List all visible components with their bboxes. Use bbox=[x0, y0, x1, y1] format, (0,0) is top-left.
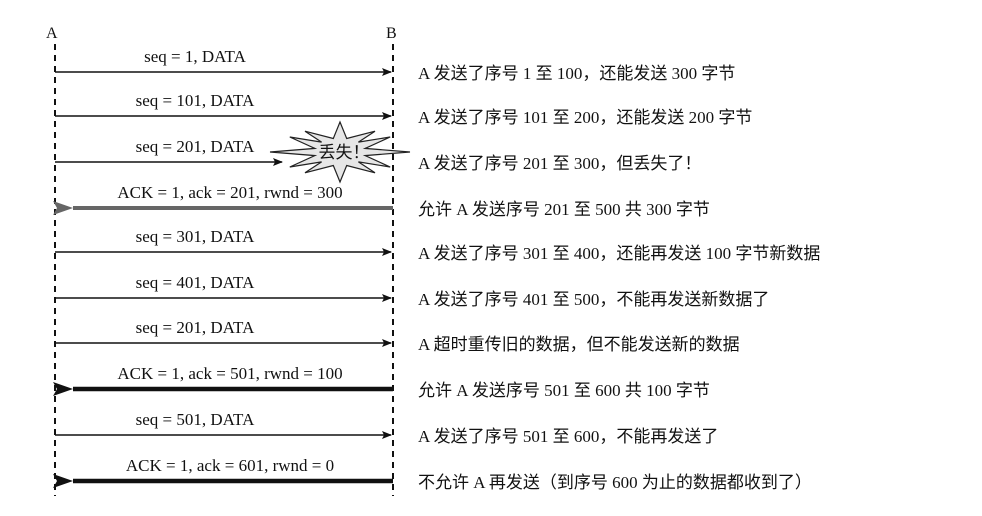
segment-label: seq = 101, DATA bbox=[136, 91, 255, 110]
lost-label: 丢失！ bbox=[319, 143, 370, 162]
segment-label: seq = 201, DATA bbox=[136, 318, 255, 337]
segment-description: A 发送了序号 101 至 200，还能发送 200 字节 bbox=[418, 108, 752, 127]
segment-label: seq = 301, DATA bbox=[136, 227, 255, 246]
host-b-label: B bbox=[386, 25, 397, 42]
segment-description: A 超时重传旧的数据，但不能发送新的数据 bbox=[418, 335, 740, 354]
segment-label: seq = 201, DATA bbox=[136, 137, 255, 156]
sequence-diagram: A B seq = 1, DATA A 发送了序号 1 至 100，还能发送 30… bbox=[46, 25, 820, 496]
segment-label: ACK = 1, ack = 501, rwnd = 100 bbox=[117, 364, 342, 383]
host-a-label: A bbox=[46, 25, 58, 42]
segment-description: 允许 A 发送序号 501 至 600 共 100 字节 bbox=[418, 381, 710, 400]
segment-description: A 发送了序号 301 至 400，还能再发送 100 字节新数据 bbox=[418, 244, 820, 263]
segment-label: seq = 401, DATA bbox=[136, 273, 255, 292]
segment-label: seq = 501, DATA bbox=[136, 410, 255, 429]
segment-description: 不允许 A 再发送（到序号 600 为止的数据都收到了） bbox=[418, 473, 812, 492]
segment-label: ACK = 1, ack = 601, rwnd = 0 bbox=[126, 456, 334, 475]
segment-description: A 发送了序号 1 至 100，还能发送 300 字节 bbox=[418, 64, 735, 83]
segment-description: A 发送了序号 401 至 500，不能再发送新数据了 bbox=[418, 290, 769, 309]
segment-description: A 发送了序号 201 至 300，但丢失了！ bbox=[418, 154, 701, 173]
flow-control-diagram: A B seq = 1, DATA A 发送了序号 1 至 100，还能发送 30… bbox=[0, 0, 982, 516]
segment-description: 允许 A 发送序号 201 至 500 共 300 字节 bbox=[418, 200, 710, 219]
segment-description: A 发送了序号 501 至 600，不能再发送了 bbox=[418, 427, 718, 446]
segment-label: ACK = 1, ack = 201, rwnd = 300 bbox=[117, 183, 342, 202]
segment-label: seq = 1, DATA bbox=[144, 47, 246, 66]
